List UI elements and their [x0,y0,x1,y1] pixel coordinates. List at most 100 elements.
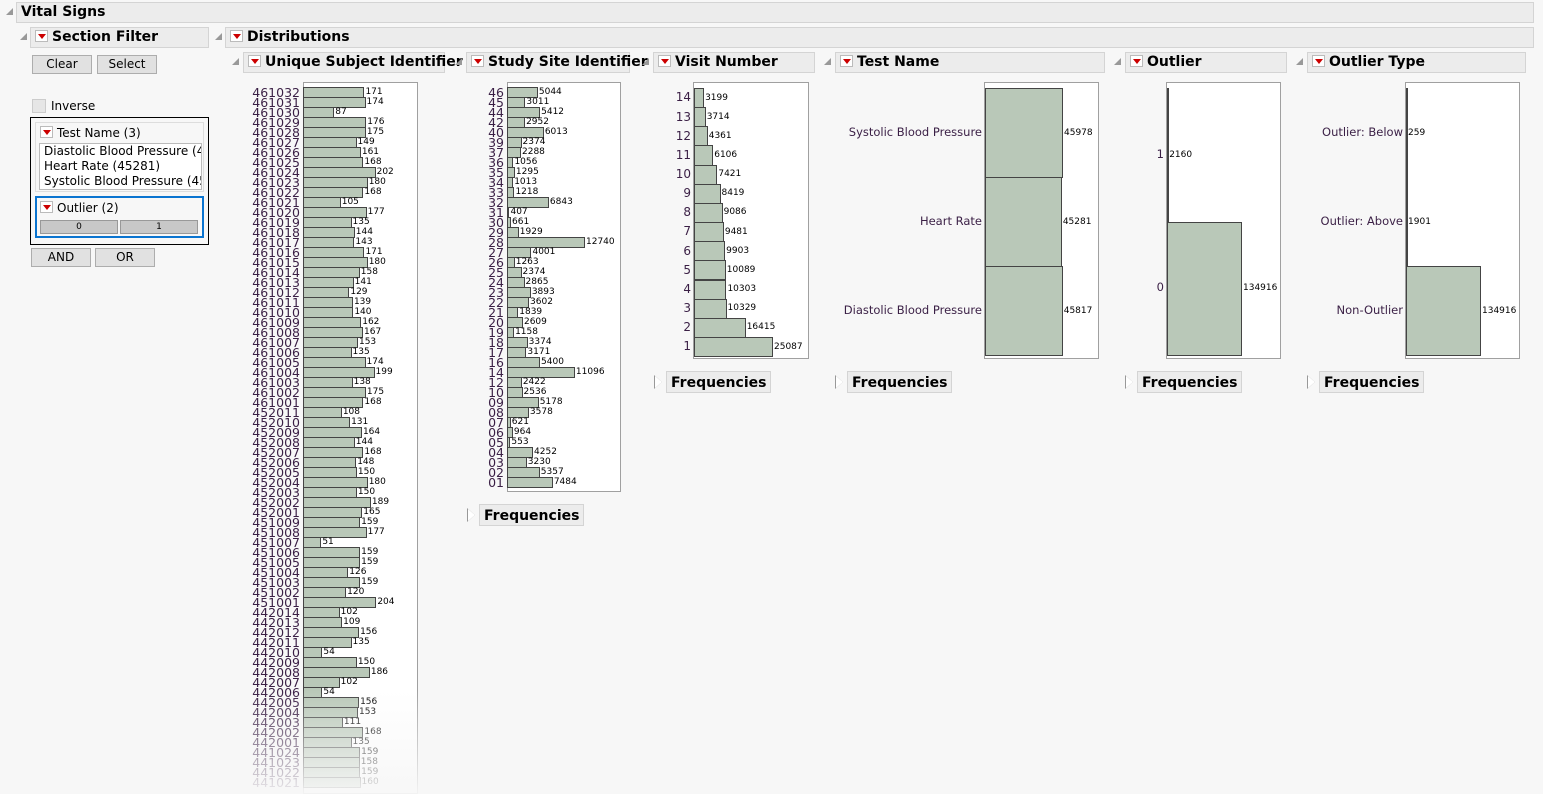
bar-count-label: 5178 [539,397,563,407]
test-name-listbox[interactable]: Diastolic Blood Pressure (45817) Heart R… [39,143,202,190]
bar-count-label: 161 [361,147,380,157]
clear-button[interactable]: Clear [32,55,92,74]
bar-count-label: 87 [335,107,347,117]
bar-count-label: 135 [352,347,370,357]
test-name-collapse-icon[interactable] [824,58,831,65]
bar[interactable] [694,260,726,281]
disclosure-triangle-icon[interactable] [1125,375,1133,389]
collapse-filter-icon[interactable] [20,33,27,40]
bar-count-label: 180 [368,477,386,487]
bar[interactable] [694,126,708,147]
frequencies-label[interactable]: Frequencies [1137,371,1243,393]
bar-count-label: 3011 [526,97,550,107]
frequencies-label[interactable]: Frequencies [479,504,585,526]
collapse-report-icon[interactable] [6,8,13,15]
bar-count-label: 165 [363,507,381,517]
unique-subject-title: Unique Subject Identifier [265,54,463,70]
bar-count-label: 1218 [515,187,539,197]
bar[interactable] [694,107,706,128]
test-name-frequencies-outline[interactable]: Frequencies [835,371,953,393]
or-button[interactable]: OR [95,248,155,267]
frequencies-label[interactable]: Frequencies [666,371,772,393]
list-item[interactable]: Diastolic Blood Pressure (45817) [44,144,201,159]
bar-count-label: 153 [358,337,377,347]
bar[interactable] [985,266,1063,356]
red-triangle-menu-icon[interactable] [1130,55,1143,67]
study-site-collapse-icon[interactable] [455,58,462,65]
outlier-type-header: Outlier Type [1307,52,1526,73]
bar-count-label: 168 [364,397,382,407]
bar[interactable] [694,202,723,224]
bar[interactable] [694,183,721,204]
frequencies-label[interactable]: Frequencies [847,371,953,393]
outlier-1-button[interactable]: 1 [120,220,198,234]
bar-count-label: 1839 [519,307,543,317]
outlier-filter: Outlier (2) 0 1 [35,196,204,238]
bar-count-label: 2952 [526,117,549,127]
category-label: 10 [675,166,691,181]
outlier-0-button[interactable]: 0 [40,220,118,234]
bar[interactable] [694,222,724,243]
visit-number-collapse-icon[interactable] [642,58,649,65]
disclosure-triangle-icon[interactable] [654,375,662,389]
visit-number-title: Visit Number [675,54,778,70]
frequencies-label[interactable]: Frequencies [1319,371,1425,393]
select-button[interactable]: Select [97,55,157,74]
category-label: 5 [683,262,691,277]
bar-count-label: 158 [360,267,378,277]
disclosure-triangle-icon[interactable] [835,375,843,389]
study-site-title: Study Site Identifier [488,54,648,70]
list-item[interactable]: Heart Rate (45281) [44,159,201,174]
bar[interactable] [694,279,727,300]
bar-count-label: 102 [340,677,358,687]
bar[interactable] [694,298,727,319]
red-triangle-menu-icon[interactable] [840,55,853,67]
bar[interactable] [1406,266,1481,356]
bar[interactable] [985,88,1063,178]
bar[interactable] [694,88,705,109]
bar-count-label: 1263 [515,257,539,267]
bar[interactable] [694,336,773,358]
and-button[interactable]: AND [31,248,91,267]
bar[interactable] [303,777,361,788]
bar[interactable] [507,477,553,488]
collapse-distributions-icon[interactable] [215,33,222,40]
bar[interactable] [985,177,1062,267]
visit-number-frequencies-outline[interactable]: Frequencies [654,371,772,393]
bar[interactable] [694,164,718,185]
red-triangle-menu-icon[interactable] [248,55,261,67]
red-triangle-menu-icon[interactable] [1312,55,1325,67]
disclosure-triangle-icon[interactable] [1307,375,1315,389]
inverse-checkbox[interactable] [32,99,46,113]
red-triangle-menu-icon[interactable] [40,126,53,138]
bar-count-label: 177 [367,207,385,217]
bar-count-label: 6106 [714,150,738,161]
category-label: 1 [683,339,691,354]
outlier-type-collapse-icon[interactable] [1296,58,1303,65]
bar-count-label: 150 [357,467,376,477]
study-site-frequencies-outline[interactable]: Frequencies [467,504,585,526]
outlier-collapse-icon[interactable] [1114,58,1121,65]
bar-count-label: 54 [323,687,335,697]
red-triangle-menu-icon[interactable] [471,55,484,67]
bar[interactable] [694,145,714,166]
red-triangle-menu-icon[interactable] [658,55,671,67]
red-triangle-menu-icon[interactable] [35,30,48,42]
list-item[interactable]: Systolic Blood Pressure (45978) [44,174,201,189]
bar[interactable] [694,241,726,262]
bar[interactable] [1167,221,1242,356]
bar-count-label: 1056 [514,157,538,167]
bar-count-label: 4252 [534,447,557,457]
fade-overlay [240,690,640,794]
bar-count-label: 160 [361,777,379,787]
section-filter-title: Section Filter [52,29,159,45]
disclosure-triangle-icon[interactable] [467,508,475,522]
outlier-type-frequencies-outline[interactable]: Frequencies [1307,371,1425,393]
red-triangle-menu-icon[interactable] [230,30,243,42]
red-triangle-menu-icon[interactable] [40,201,53,213]
bar-count-label: 120 [347,587,365,597]
bar[interactable] [694,317,746,338]
outlier-frequencies-outline[interactable]: Frequencies [1125,371,1243,393]
bar-count-label: 150 [357,657,376,667]
unique-subject-collapse-icon[interactable] [232,58,239,65]
